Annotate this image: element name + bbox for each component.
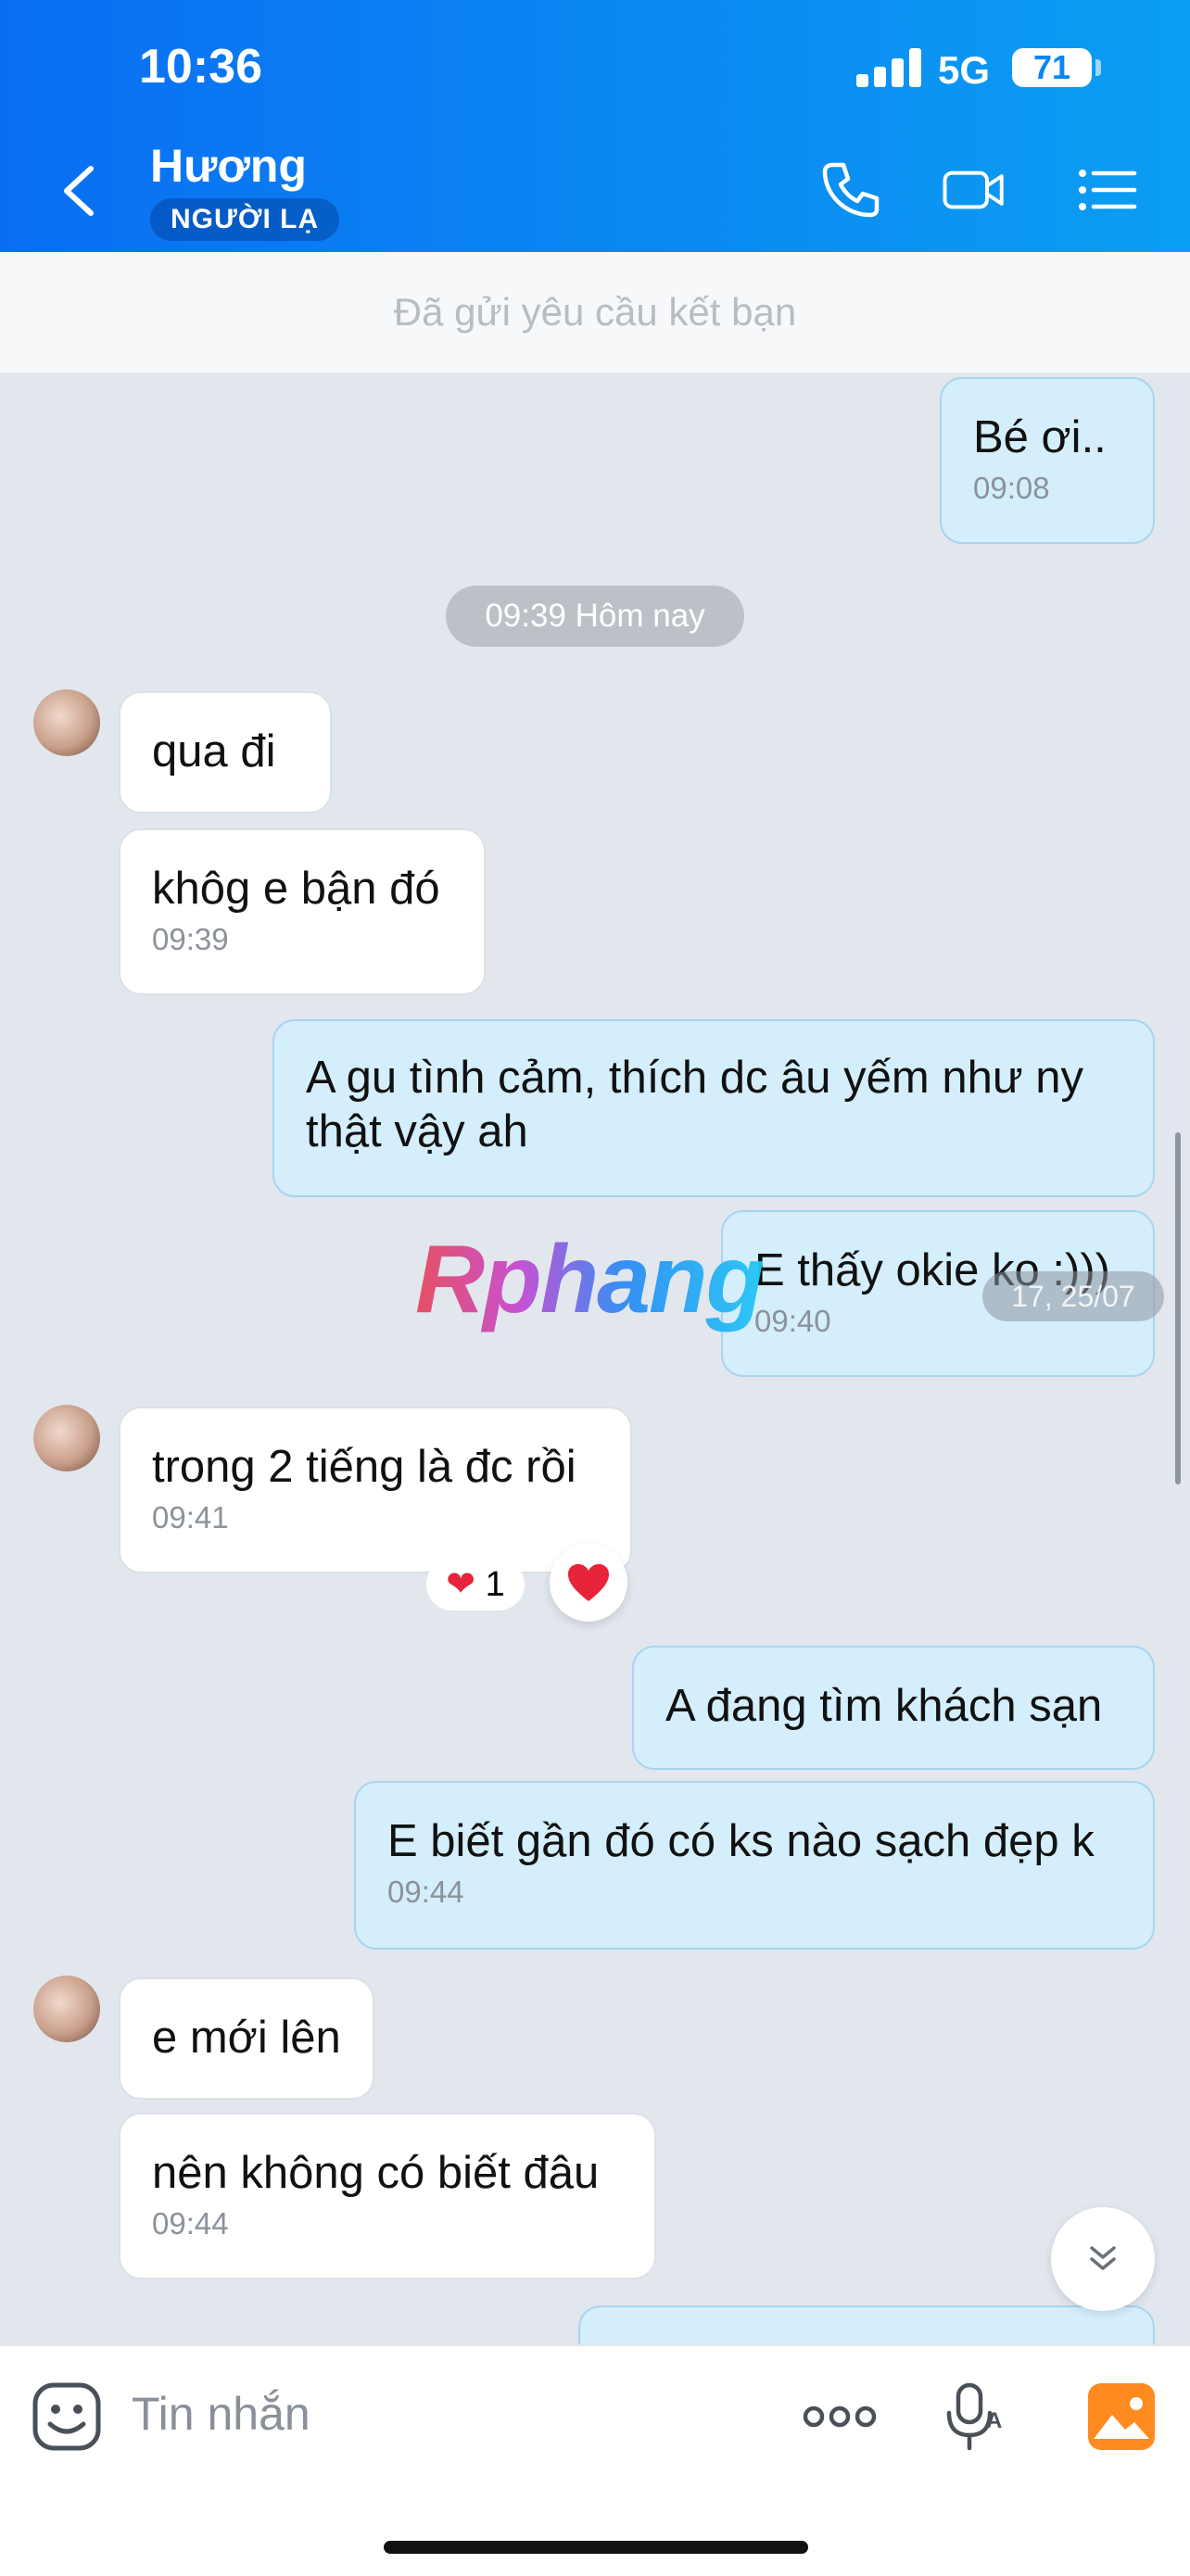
message-text: E biết gần đó có ks nào sạch đẹp k [387,1816,1095,1866]
message-time: 09:44 [152,2206,229,2241]
message-composer: Tin nhắn A [0,2344,1190,2576]
scroll-to-bottom-button[interactable] [1051,2207,1155,2311]
double-chevron-down-icon [1090,2246,1116,2270]
photo-gallery-icon[interactable] [1084,2380,1158,2454]
menu-list-icon[interactable] [1075,158,1140,222]
chat-header: 10:36 5G 71 Hương NGƯỜI LẠ [0,0,1190,252]
message-time: 09:44 [387,1875,464,1909]
message-time: 09:41 [152,1500,229,1534]
message-text: Bé ơi.. [973,412,1107,462]
react-heart-button[interactable] [550,1544,627,1622]
chat-area[interactable]: Bé ơi.. 09:08 09:39 Hôm nay qua đi khôg … [0,373,1190,2344]
battery-level: 71 [1032,48,1071,86]
back-arrow-icon[interactable] [57,163,100,219]
message-bubble[interactable]: E biết gần đó có ks nào sạch đẹp k 09:44 [354,1781,1155,1950]
watermark-logo: Rphang [415,1226,765,1333]
heart-icon [568,1564,609,1601]
message-bubble-partial[interactable] [578,2305,1155,2344]
message-bubble[interactable]: nên không có biết đâu 09:44 [119,2113,656,2279]
message-input[interactable]: Tin nhắn [132,2387,310,2441]
friend-request-banner: Đã gửi yêu cầu kết bạn [0,252,1190,374]
message-time: 09:08 [973,471,1050,505]
cellular-signal-icon [856,46,923,87]
sticker-emoji-icon[interactable] [30,2380,104,2454]
message-text: qua đi [152,726,276,777]
message-text: nên không có biết đâu [152,2148,600,2198]
timestamp-overlay: 17, 25/07 [982,1271,1164,1321]
battery-icon: 71 [1012,48,1092,87]
avatar[interactable] [33,1976,100,2042]
message-text: khôg e bận đó [152,864,440,914]
svg-text:A: A [986,2408,1002,2433]
message-bubble[interactable]: Bé ơi.. 09:08 [940,377,1155,544]
message-text: A đang tìm khách sạn [665,1681,1103,1731]
message-bubble[interactable]: trong 2 tiếng là đc rồi 09:41 [119,1407,632,1573]
heart-icon: ❤ [446,1565,476,1604]
avatar[interactable] [33,1405,100,1471]
stranger-badge: NGƯỜI LẠ [150,198,340,241]
message-bubble[interactable]: A gu tình cảm, thích dc âu yếm như ny th… [272,1019,1155,1197]
message-text: e mới lên [152,2013,341,2063]
message-bubble[interactable]: e mới lên [119,1977,374,2100]
date-separator: 09:39 Hôm nay [446,586,744,647]
message-text: trong 2 tiếng là đc rồi [152,1442,576,1492]
message-text: A gu tình cảm, thích dc âu yếm như ny th… [306,1053,1084,1156]
reaction-count[interactable]: ❤ 1 [426,1559,525,1610]
more-options-icon[interactable] [801,2380,879,2454]
battery-nub [1095,59,1101,76]
avatar[interactable] [33,689,100,756]
message-bubble[interactable]: khôg e bận đó 09:39 [119,828,486,995]
network-type: 5G [938,48,991,92]
home-indicator [384,2541,808,2554]
voice-to-text-microphone-icon[interactable]: A [938,2380,1012,2454]
status-time: 10:36 [139,40,262,94]
reaction-count-value: 1 [485,1565,505,1604]
message-bubble[interactable]: qua đi [119,691,332,814]
video-call-icon[interactable] [942,158,1006,222]
phone-call-icon[interactable] [817,158,882,222]
message-bubble[interactable]: A đang tìm khách sạn [632,1646,1155,1770]
message-time: 09:39 [152,922,229,956]
contact-name[interactable]: Hương [150,139,307,193]
scrollbar[interactable] [1175,1132,1181,1484]
